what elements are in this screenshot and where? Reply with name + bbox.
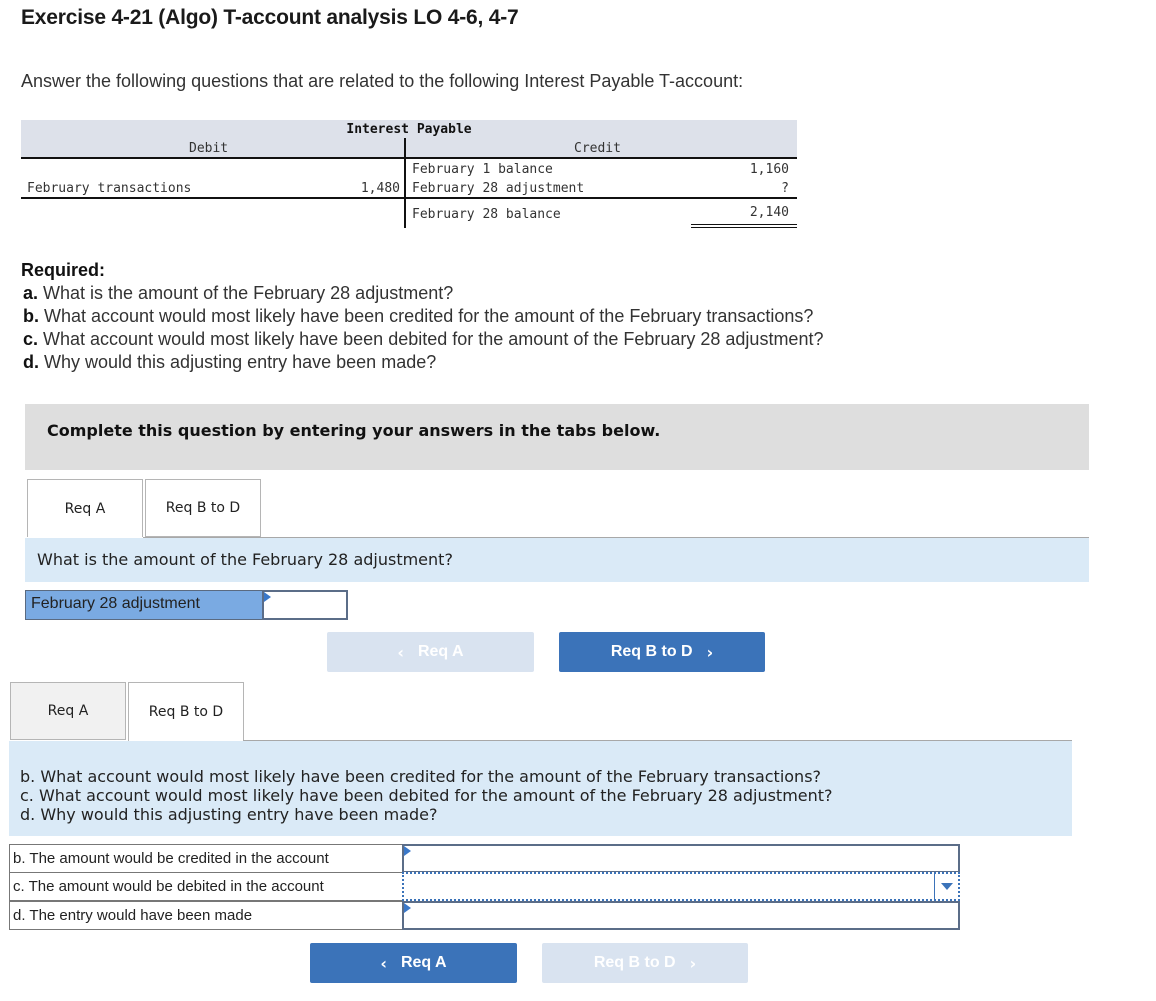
item-letter: c. [23,329,39,349]
tab-req-b-to-d[interactable]: Req B to D [145,479,261,537]
required-item-a: a. What is the amount of the February 28… [21,282,823,305]
next-req-b-to-d-button[interactable]: Req B to D › [559,632,765,672]
button-label: Req A [400,954,447,971]
answer-label: b. The amount would be credited in the a… [9,844,403,873]
prev-req-a-button-disabled: ‹ Req A [327,632,534,672]
button-label: Req B to D [593,954,676,971]
credit-row-label: February 28 adjustment [412,181,585,196]
t-account: Interest Payable Debit Credit February t… [21,120,797,235]
tab-label: Req A [47,703,89,719]
tab-label: Req B to D [148,704,224,720]
intro-text: Answer the following questions that are … [21,71,744,91]
instructions-text: Complete this question by entering your … [47,421,661,440]
credit-label: Credit [574,141,621,156]
question-a-box: What is the amount of the February 28 ad… [25,538,1089,582]
balance-label: February 28 balance [412,207,561,222]
chevron-right-icon: › [706,642,714,662]
item-letter: a. [23,283,39,303]
answer-label: d. The entry would have been made [9,901,403,930]
t-account-rule [21,197,797,199]
required-item-b: b. What account would most likely have b… [21,305,823,328]
entry-reason-input[interactable] [402,901,960,930]
dropdown-arrow-icon[interactable] [934,874,958,899]
button-label: Req B to D [610,643,693,660]
tab-label: Req A [64,500,106,517]
tab-req-a[interactable]: Req A [10,682,126,740]
t-account-name: Interest Payable [346,122,472,137]
input-flag-icon [264,592,271,602]
adjustment-input[interactable] [262,590,348,620]
chevron-left-icon: ‹ [397,642,404,662]
debited-account-dropdown[interactable] [402,872,960,901]
adjustment-label: February 28 adjustment [25,590,263,620]
credit-row-label: February 1 balance [412,162,553,177]
balance-amount: 2,140 [749,205,789,220]
tab-label: Req B to D [165,500,241,516]
chevron-right-icon: › [689,953,697,973]
question-bd-box: b. What account would most likely have b… [9,741,1072,836]
credit-row-amount: ? [781,181,789,196]
required-heading: Required: [21,260,106,280]
credited-account-input[interactable] [402,844,960,873]
debit-row-amount: 1,480 [360,181,400,196]
item-text: What is the amount of the February 28 ad… [38,283,454,303]
prev-req-a-button[interactable]: ‹ Req A [310,943,517,983]
t-account-rule [21,157,797,159]
answer-label: c. The amount would be debited in the ac… [9,872,403,901]
t-account-divider [404,138,406,228]
page-title: Exercise 4-21 (Algo) T-account analysis … [21,6,519,29]
double-underline [691,224,797,228]
input-flag-icon [404,903,411,913]
question-b-text: b. What account would most likely have b… [20,767,822,786]
instructions-bar: Complete this question by entering your … [25,404,1089,470]
debit-label: Debit [189,141,229,156]
answer-row: b. The amount would be credited in the a… [9,844,960,873]
item-text: Why would this adjusting entry have been… [39,352,437,372]
answer-row: c. The amount would be debited in the ac… [9,872,960,901]
item-text: What account would most likely have been… [38,329,824,349]
next-req-b-to-d-button-disabled: Req B to D › [542,943,748,983]
question-c-text: c. What account would most likely have b… [20,786,833,805]
debit-row-label: February transactions [27,181,192,196]
required-section: Required: a. What is the amount of the F… [21,259,823,374]
button-label: Req A [417,643,464,660]
input-flag-icon [404,846,411,856]
item-letter: d. [23,352,39,372]
tab-req-a[interactable]: Req A [27,479,143,537]
item-text: What account would most likely have been… [39,306,814,326]
answer-row: d. The entry would have been made [9,901,960,930]
chevron-left-icon: ‹ [380,953,387,973]
question-d-text: d. Why would this adjusting entry have b… [20,805,438,824]
item-letter: b. [23,306,39,326]
question-a-text: What is the amount of the February 28 ad… [37,550,453,569]
credit-row-amount: 1,160 [749,162,789,177]
tab-req-b-to-d[interactable]: Req B to D [128,682,244,741]
required-item-c: c. What account would most likely have b… [21,328,823,351]
required-item-d: d. Why would this adjusting entry have b… [21,351,823,374]
